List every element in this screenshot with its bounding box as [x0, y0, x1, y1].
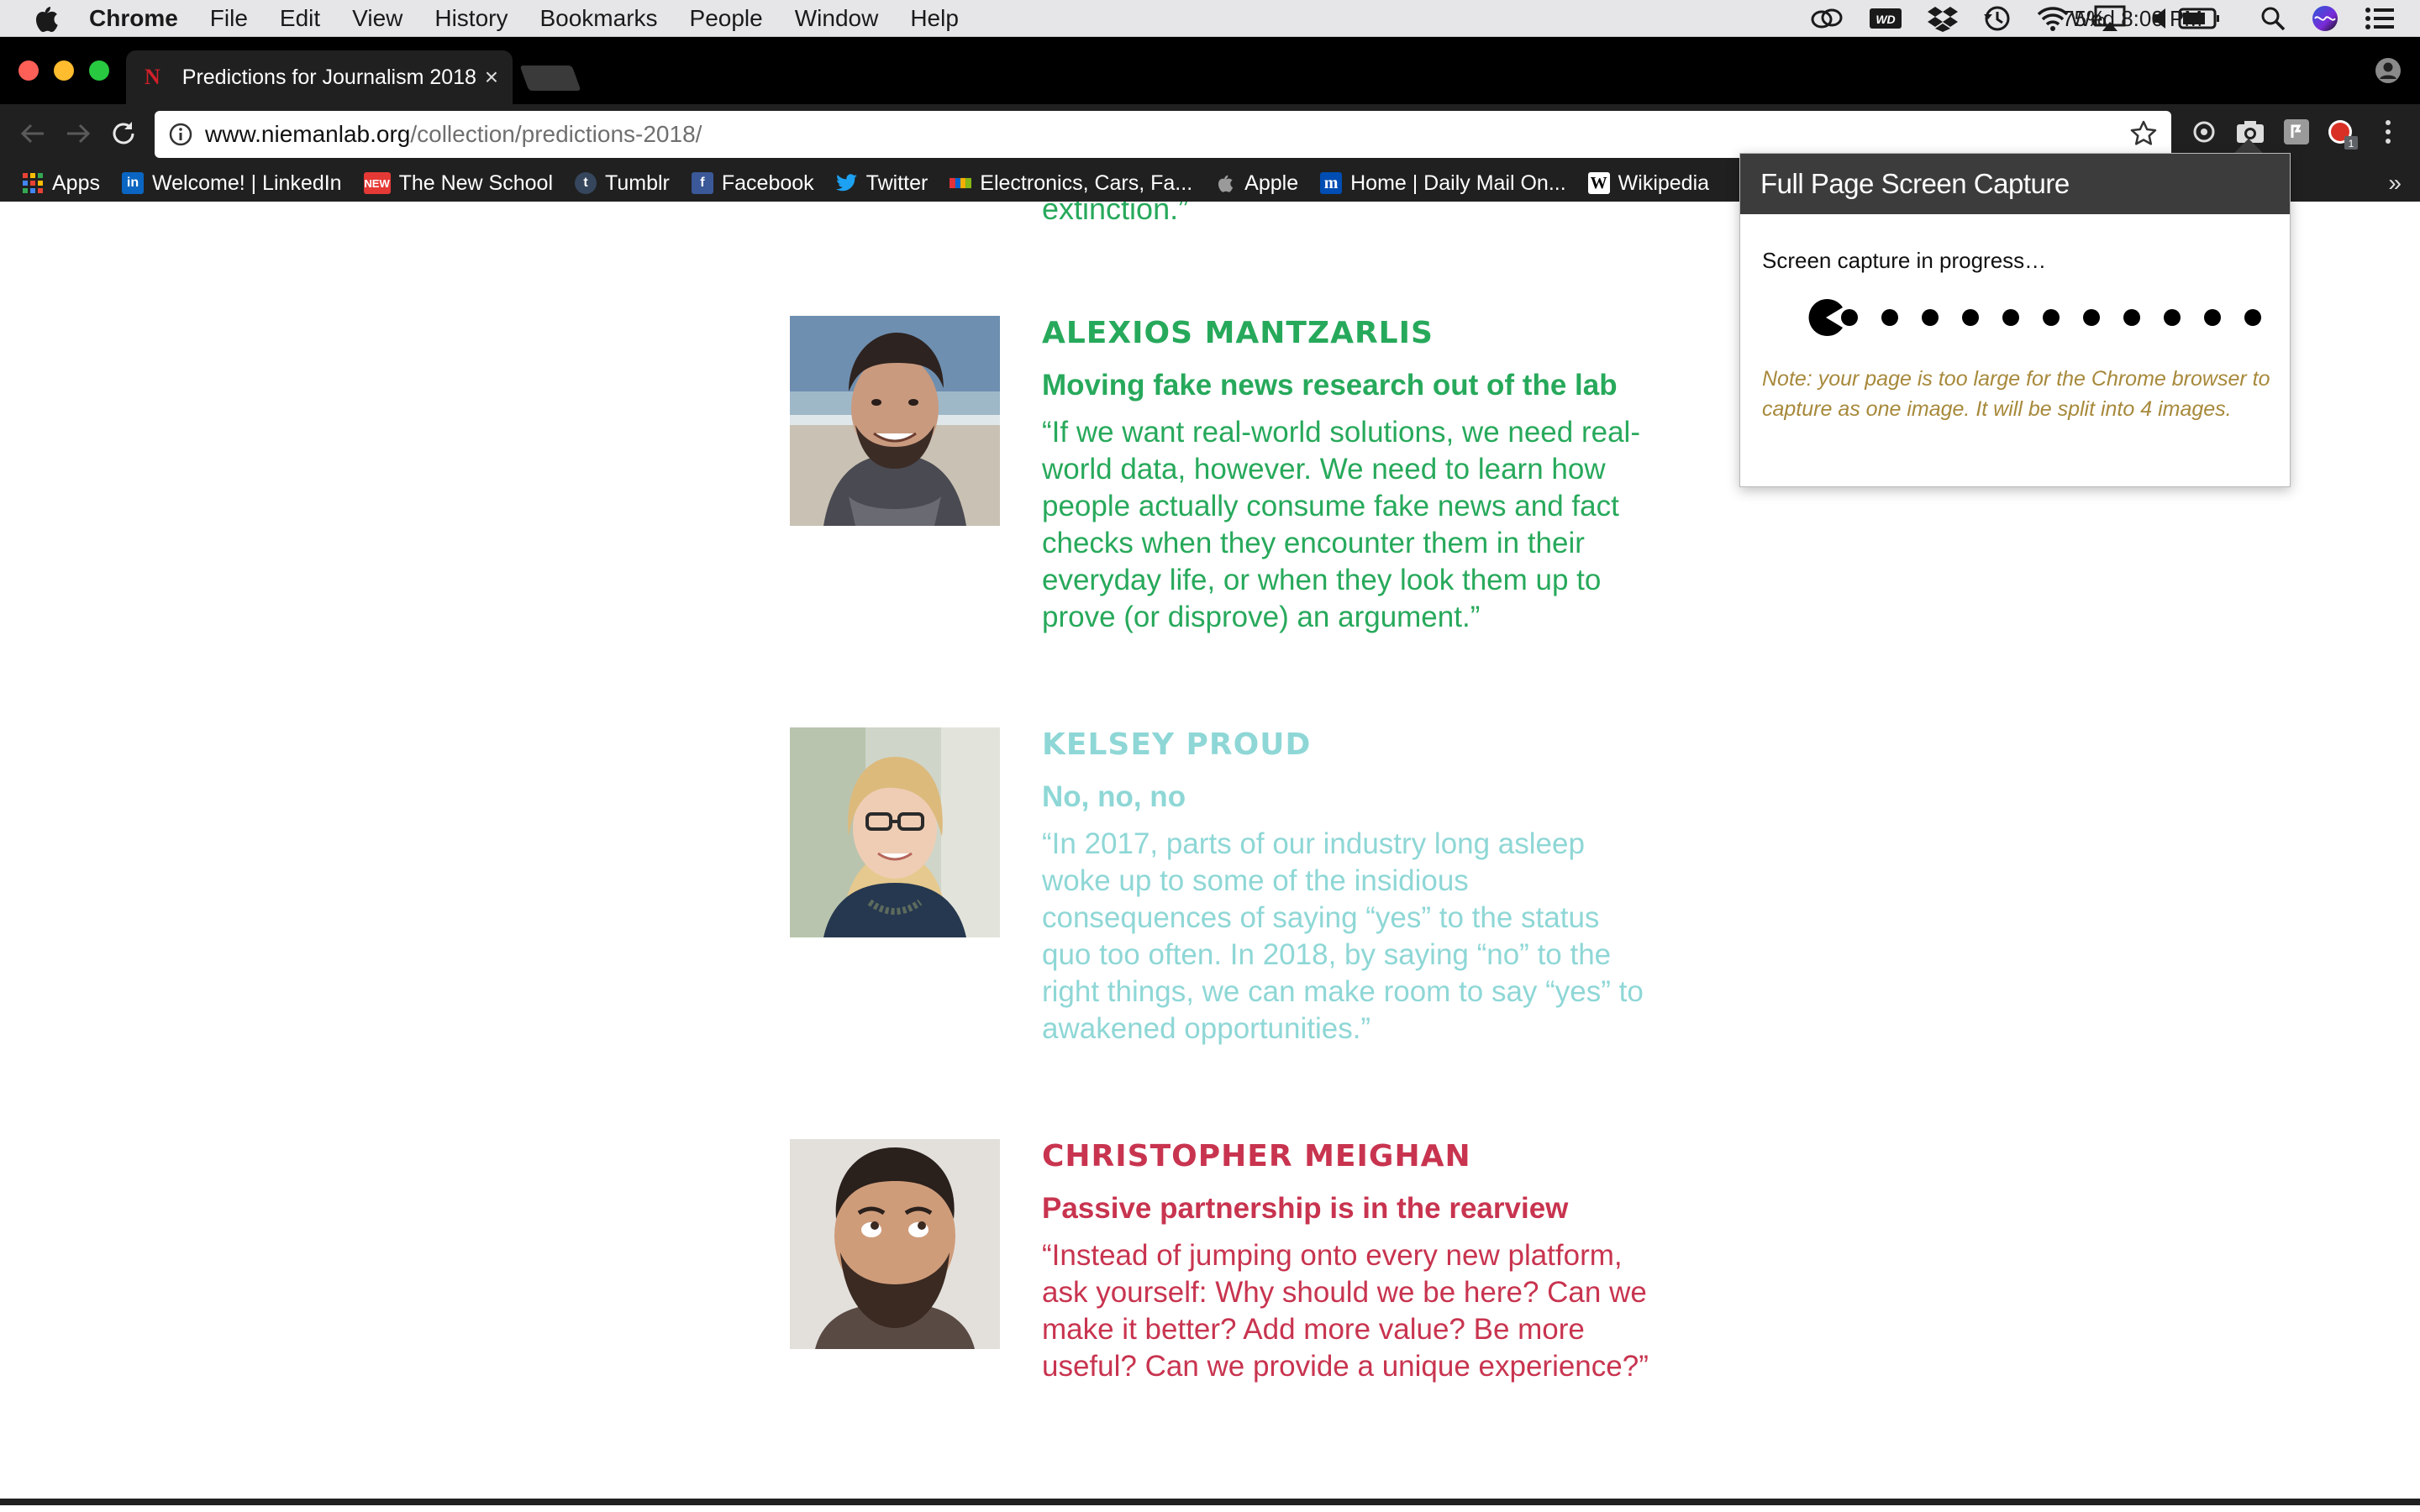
menu-file[interactable]: File [210, 5, 248, 32]
window-close-button[interactable] [18, 60, 39, 81]
author-photo-christopher[interactable] [790, 1139, 1000, 1349]
menu-history[interactable]: History [434, 5, 508, 32]
site-info-icon[interactable] [168, 122, 193, 153]
menu-help[interactable]: Help [910, 5, 959, 32]
window-minimize-button[interactable] [54, 60, 74, 81]
time-machine-icon[interactable] [1983, 0, 2012, 37]
author-name[interactable]: CHRISTOPHER MEIGHAN [1042, 1139, 1655, 1173]
bookmark-twitter[interactable]: Twitter [835, 171, 929, 196]
facebook-icon: f [691, 172, 713, 194]
url-path: /collection/predictions-2018/ [410, 121, 702, 147]
nieman-favicon-icon: N [145, 65, 160, 89]
entry-text: ALEXIOS MANTZARLIS Moving fake news rese… [1042, 316, 1655, 636]
bookmark-label: Apps [52, 171, 100, 195]
entry-text: CHRISTOPHER MEIGHAN Passive partnership … [1042, 1139, 1655, 1385]
menu-app-chrome[interactable]: Chrome [89, 5, 178, 32]
bookmark-label: Home | Daily Mail On... [1350, 171, 1566, 195]
menu-view[interactable]: View [352, 5, 402, 32]
chrome-menu-kebab-icon[interactable] [2380, 118, 2396, 150]
menu-edit[interactable]: Edit [280, 5, 320, 32]
bookmark-label: Wikipedia [1618, 171, 1710, 195]
back-arrow-icon[interactable] [18, 119, 47, 152]
extension-gray-icon[interactable] [2282, 118, 2311, 150]
bookmark-label: The New School [398, 171, 554, 195]
new-tab-button[interactable] [519, 66, 581, 91]
author-photo-alexios[interactable] [790, 316, 1000, 526]
author-name[interactable]: ALEXIOS MANTZARLIS [1042, 316, 1655, 350]
svg-text:WD: WD [1876, 13, 1895, 26]
bookmark-new-school[interactable]: NEW The New School [363, 171, 554, 196]
menu-bookmarks[interactable]: Bookmarks [539, 5, 657, 32]
window-bottom-edge [0, 1499, 2420, 1505]
tab-predictions-journalism[interactable]: N Predictions for Journalism 2018 × [126, 50, 513, 104]
popup-title: Full Page Screen Capture [1740, 154, 2290, 214]
twitter-bird-icon [835, 172, 858, 194]
apple-icon [1214, 172, 1236, 194]
prediction-headline[interactable]: Passive partnership is in the rearview [1042, 1192, 1655, 1226]
bookmark-star-icon[interactable] [2129, 119, 2158, 154]
author-name[interactable]: KELSEY PROUD [1042, 727, 1655, 762]
menu-people[interactable]: People [690, 5, 763, 32]
reload-icon[interactable] [109, 119, 138, 152]
bookmark-linkedin[interactable]: in Welcome! | LinkedIn [121, 171, 342, 196]
linkedin-icon: in [121, 172, 144, 194]
menubar-clock[interactable]: Wed 8:00 PM [2070, 0, 2420, 37]
svg-text:1: 1 [2349, 138, 2354, 150]
wikipedia-icon: W [1587, 172, 1610, 194]
window-zoom-button[interactable] [89, 60, 109, 81]
bookmark-apps[interactable]: Apps [22, 171, 100, 196]
bookmarks-overflow-chevron-icon[interactable]: » [2388, 170, 2402, 197]
ebay-icon [950, 172, 972, 194]
bookmark-tumblr[interactable]: t Tumblr [575, 171, 670, 196]
prediction-quote: “Instead of jumping onto every new platf… [1042, 1239, 1649, 1383]
extension-red-badge-icon[interactable]: 1 [2326, 118, 2360, 155]
bookmark-label: Facebook [721, 171, 814, 195]
tumblr-icon: t [575, 172, 597, 194]
forward-arrow-icon[interactable] [64, 119, 92, 152]
entry-text: KELSEY PROUD No, no, no “In 2017, parts … [1042, 727, 1655, 1047]
bookmark-label: Twitter [865, 171, 929, 195]
bookmark-label: Electronics, Cars, Fa... [980, 171, 1193, 195]
extension-circle-icon[interactable] [2190, 118, 2218, 150]
new-school-icon: NEW [363, 172, 391, 194]
macos-menu-bar: Chrome File Edit View History Bookmarks … [0, 0, 2420, 37]
tab-close-icon[interactable]: × [485, 64, 498, 91]
profile-avatar-icon[interactable] [2375, 57, 2402, 88]
url-host: www.niemanlab.org [205, 121, 411, 147]
bookmark-wikipedia[interactable]: W Wikipedia [1587, 171, 1710, 196]
capture-progress-pacman-icon [1808, 299, 2261, 336]
apple-menu-icon[interactable] [34, 4, 59, 33]
wd-drive-icon[interactable]: WD [1869, 0, 1902, 37]
creative-cloud-icon[interactable] [1810, 0, 1844, 37]
bookmark-facebook[interactable]: f Facebook [691, 171, 814, 196]
apps-grid-icon [22, 172, 44, 194]
prediction-quote: “In 2017, parts of our industry long asl… [1042, 827, 1644, 1045]
bookmark-label: Welcome! | LinkedIn [151, 171, 342, 195]
bookmark-ebay[interactable]: Electronics, Cars, Fa... [950, 171, 1192, 196]
bookmark-daily-mail[interactable]: m Home | Daily Mail On... [1320, 171, 1566, 196]
bookmark-apple[interactable]: Apple [1214, 171, 1298, 196]
previous-quote-fragment: extinction.” [1042, 202, 1189, 226]
address-bar[interactable]: www.niemanlab.org/collection/predictions… [155, 111, 2171, 158]
capture-note: Note: your page is too large for the Chr… [1762, 367, 2270, 421]
tab-title: Predictions for Journalism 2018 [182, 65, 476, 89]
menu-window[interactable]: Window [795, 5, 879, 32]
daily-mail-icon: m [1320, 172, 1343, 194]
status-menu-area: WD 75% Wed 8:00 PM [1785, 0, 2395, 37]
prediction-quote: “If we want real-world solutions, we nee… [1042, 416, 1640, 633]
author-photo-kelsey[interactable] [790, 727, 1000, 937]
prediction-headline[interactable]: Moving fake news research out of the lab [1042, 369, 1655, 402]
bookmark-label: Tumblr [605, 171, 670, 195]
prediction-headline[interactable]: No, no, no [1042, 780, 1655, 814]
bookmark-label: Apple [1244, 171, 1299, 195]
screen-capture-popup: Full Page Screen Capture Screen capture … [1739, 153, 2291, 487]
dropbox-icon[interactable] [1928, 0, 1958, 37]
tab-strip: N Predictions for Journalism 2018 × [0, 37, 2420, 104]
capture-status: Screen capture in progress… [1762, 248, 2047, 273]
